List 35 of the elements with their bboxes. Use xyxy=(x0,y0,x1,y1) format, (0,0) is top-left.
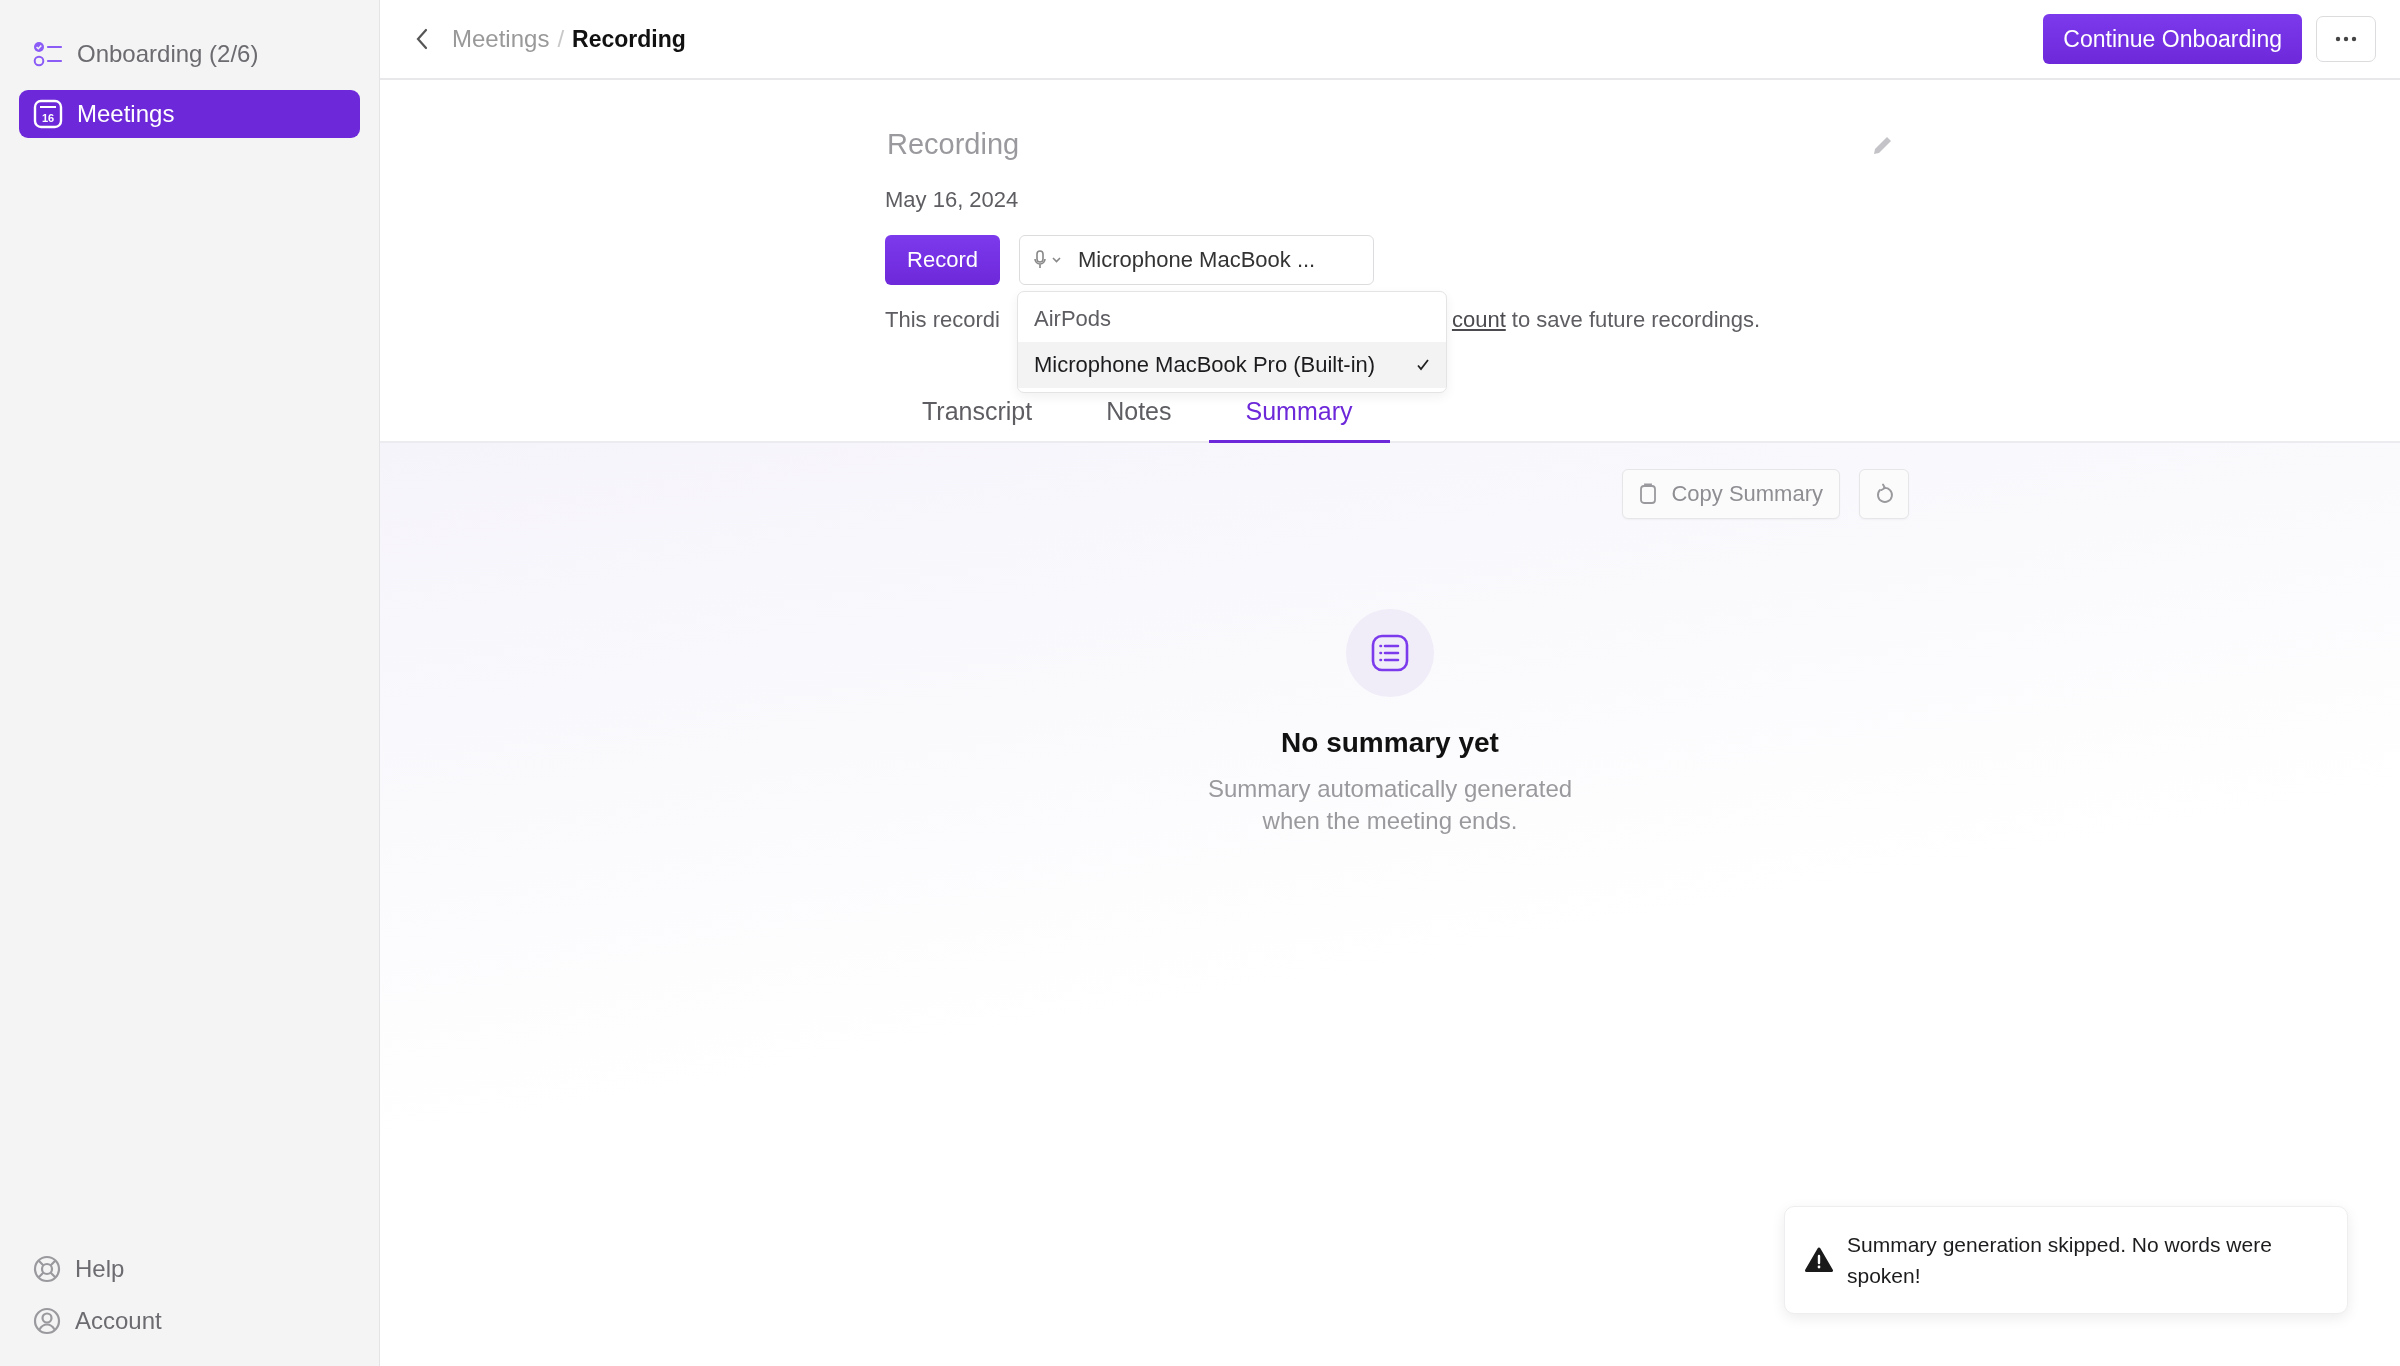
check-icon xyxy=(1416,358,1430,372)
more-icon xyxy=(2335,36,2357,42)
microphone-icon xyxy=(1034,250,1064,270)
more-button[interactable] xyxy=(2316,16,2376,62)
breadcrumb-separator: / xyxy=(557,25,565,53)
record-button[interactable]: Record xyxy=(885,235,1000,285)
breadcrumb-current: Recording xyxy=(572,25,686,53)
recording-date: May 16, 2024 xyxy=(885,187,1020,213)
dropdown-option[interactable]: Microphone MacBook Pro (Built-in) xyxy=(1018,342,1446,388)
regenerate-button[interactable] xyxy=(1859,469,1909,519)
clipboard-icon xyxy=(1639,483,1658,505)
checklist-icon xyxy=(33,39,63,69)
account-link[interactable]: count xyxy=(1451,307,1506,333)
microphone-select[interactable]: Microphone MacBook ... xyxy=(1019,235,1374,285)
document-list-icon xyxy=(1370,633,1410,673)
empty-title: No summary yet xyxy=(1281,727,1499,759)
tab[interactable]: Notes xyxy=(1069,389,1209,443)
sidebar-item[interactable]: Account xyxy=(19,1302,360,1340)
empty-message: Summary automatically generated when the meeting ends. xyxy=(1206,774,1574,836)
sidebar-item[interactable]: 16 Meetings xyxy=(19,90,360,138)
dropdown-option[interactable]: AirPods xyxy=(1018,296,1446,342)
notice-text: This recordi xyxy=(885,307,1000,333)
refresh-icon xyxy=(1874,483,1894,505)
calendar-icon: 16 xyxy=(33,99,63,129)
sidebar-item[interactable]: Help xyxy=(19,1250,360,1288)
tab[interactable]: Transcript xyxy=(885,389,1070,443)
lifebuoy-icon xyxy=(33,1255,61,1283)
toast-message: Summary generation skipped. No words were spoken! xyxy=(1847,1232,2273,1289)
continue-onboarding-button[interactable]: Continue Onboarding xyxy=(2043,14,2302,64)
warning-icon xyxy=(1805,1247,1833,1273)
back-icon xyxy=(414,27,430,51)
recording-title: Recording xyxy=(886,128,1020,161)
notice-text: to save future recordings. xyxy=(1510,307,1761,333)
sidebar-item[interactable]: Onboarding (2/6) xyxy=(19,30,360,78)
person-icon xyxy=(33,1307,61,1335)
